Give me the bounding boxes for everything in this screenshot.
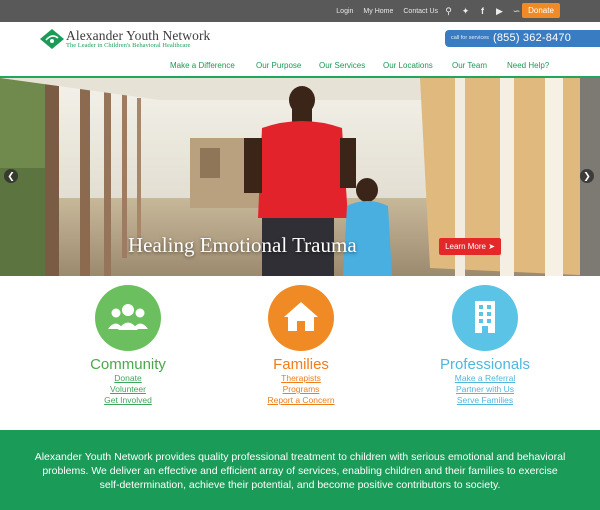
serve-families-link[interactable]: Serve Families (395, 395, 575, 406)
building-icon[interactable] (452, 285, 518, 351)
mission-statement: Alexander Youth Network provides quality… (34, 451, 566, 491)
rss-icon[interactable]: ∽ (512, 0, 521, 22)
top-utility-bar: Login My Home Contact Us ⚲ ✦ f ▶ ∽ Donat… (0, 0, 600, 22)
call-for-services-box[interactable]: call for services (855) 362-8470 (445, 30, 600, 47)
phone-number[interactable]: (855) 362-8470 (493, 32, 571, 44)
pillar-title-community[interactable]: Community (38, 356, 218, 373)
home-icon[interactable] (268, 285, 334, 351)
users-icon[interactable] (95, 285, 161, 351)
donate-button[interactable]: Donate (522, 3, 560, 18)
donate-link[interactable]: Donate (38, 373, 218, 384)
nav-our-purpose[interactable]: Our Purpose (256, 61, 301, 70)
mission-band: Alexander Youth Network provides quality… (0, 430, 600, 510)
youtube-icon[interactable]: ▶ (495, 0, 504, 22)
utility-links: Login My Home Contact Us (336, 0, 438, 22)
programs-link[interactable]: Programs (211, 384, 391, 395)
login-link[interactable]: Login (336, 8, 353, 15)
therapists-link[interactable]: Therapists (211, 373, 391, 384)
slider-next-button[interactable]: ❯ (580, 169, 594, 183)
make-a-referral-link[interactable]: Make a Referral (395, 373, 575, 384)
nav-need-help[interactable]: Need Help? (507, 61, 549, 70)
main-nav: Make a Difference Our Purpose Our Servic… (0, 58, 600, 75)
call-label: call for services (451, 35, 489, 41)
hero-title: Healing Emotional Trauma (128, 233, 357, 257)
learn-more-label: Learn More (445, 242, 486, 251)
pillar-title-families[interactable]: Families (211, 356, 391, 373)
nav-our-locations[interactable]: Our Locations (383, 61, 433, 70)
get-involved-link[interactable]: Get Involved (38, 395, 218, 406)
chevron-right-icon: ➤ (488, 242, 495, 251)
pillar-families: Families Therapists Programs Report a Co… (211, 285, 391, 406)
learn-more-button[interactable]: Learn More ➤ (439, 238, 501, 255)
pillar-professionals: Professionals Make a Referral Partner wi… (395, 285, 575, 406)
report-a-concern-link[interactable]: Report a Concern (211, 395, 391, 406)
contact-us-link[interactable]: Contact Us (403, 8, 438, 15)
twitter-icon[interactable]: ✦ (461, 0, 470, 22)
nav-make-a-difference[interactable]: Make a Difference (170, 61, 235, 70)
logo-icon[interactable] (40, 29, 64, 49)
partner-with-us-link[interactable]: Partner with Us (395, 384, 575, 395)
hero-slider: ❮ ❯ Healing Emotional Trauma Learn More … (0, 78, 600, 276)
facebook-icon[interactable]: f (478, 0, 487, 22)
volunteer-link[interactable]: Volunteer (38, 384, 218, 395)
logo-tagline: The Leader in Children's Behavioral Heal… (66, 42, 191, 49)
my-home-link[interactable]: My Home (363, 8, 393, 15)
nav-our-services[interactable]: Our Services (319, 61, 365, 70)
social-icons: ⚲ ✦ f ▶ ∽ (444, 0, 521, 22)
pillar-community: Community Donate Volunteer Get Involved (38, 285, 218, 406)
nav-our-team[interactable]: Our Team (452, 61, 487, 70)
slider-prev-button[interactable]: ❮ (4, 169, 18, 183)
pillar-title-professionals[interactable]: Professionals (395, 356, 575, 373)
search-icon[interactable]: ⚲ (444, 0, 453, 22)
